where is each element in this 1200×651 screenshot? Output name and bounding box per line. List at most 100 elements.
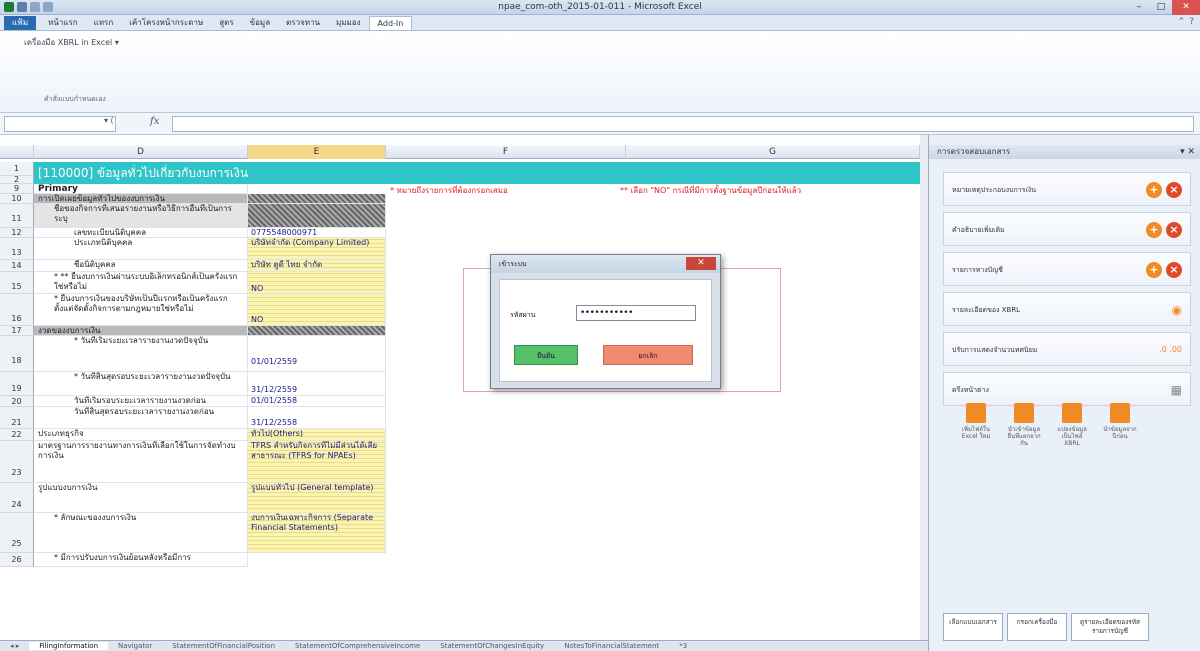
pane-item-freeze[interactable]: ตรึงหน้าต่าง ▦ [943,372,1191,406]
row-number[interactable]: 12 [0,228,34,238]
row-number[interactable]: 16 [0,294,34,326]
cell-e[interactable]: TFRS สำหรับกิจการที่ไม่มีส่วนได้เสียสาธา… [248,441,386,483]
remove-icon[interactable]: × [1166,262,1182,278]
cell-d[interactable]: ประเภทธุรกิจ [34,429,248,441]
cell-d[interactable]: * ลักษณะของงบการเงิน [34,513,248,553]
freeze-panes-icon[interactable]: ▦ [1171,380,1182,400]
close-button[interactable]: ✕ [1172,0,1200,15]
tab-home[interactable]: หน้าแรก [40,16,86,30]
cell-e[interactable]: NO [248,272,386,294]
prior-year-data-button[interactable]: นำข้อมูลจากปีก่อน [1103,403,1137,447]
cell-e[interactable]: รูปแบบทั่วไป (General template) [248,483,386,513]
pane-item-notes[interactable]: หมายเหตุประกอบงบการเงิน + × [943,172,1191,206]
cell-d[interactable]: มาตรฐานการรายงานทางการเงินที่เลือกใช้ในก… [34,441,248,483]
row-number[interactable]: 17 [0,326,34,336]
tab-formulas[interactable]: สูตร [211,16,241,30]
cell-d[interactable]: วันที่เริ่มรอบระยะเวลารายงานงวดก่อน [34,396,248,407]
cell-e[interactable]: ทั่วไป(Others) [248,429,386,441]
column-header-e[interactable]: E [248,145,386,159]
dialog-close-button[interactable]: ✕ [686,257,716,270]
remove-icon[interactable]: × [1166,182,1182,198]
column-header-d[interactable]: D [34,145,248,159]
sheet-tab[interactable]: Navigator [108,642,162,650]
sheet-tab[interactable]: StatementOfChangesInEquity [430,642,554,650]
row-number[interactable]: 18 [0,336,34,372]
pane-item-additional[interactable]: คำอธิบายเพิ่มเติม + × [943,212,1191,246]
row-number[interactable]: 10 [0,194,34,204]
tab-view[interactable]: มุมมอง [328,16,369,30]
cell-d[interactable]: * มีการปรับงบการเงินย้อนหลังหรือมีการ [34,553,248,567]
password-field[interactable]: ••••••••••• [576,305,696,321]
cell-d[interactable]: ประเภทนิติบุคคล [34,238,248,260]
tab-insert[interactable]: แทรก [86,16,122,30]
maximize-button[interactable]: □ [1150,0,1172,15]
cell-e[interactable] [248,326,386,336]
minimize-ribbon-icon[interactable]: ⌃ [1178,17,1186,27]
sheet-nav-icon[interactable]: ◂ ▸ [0,642,29,650]
select-document-button[interactable]: เลือกแบบเอกสาร [943,613,1003,641]
xbrl-tools-button[interactable]: เครื่องมือ XBRL in Excel ▾ [24,36,119,49]
sheet-tab[interactable]: StatementOfFinancialPosition [162,642,285,650]
formula-input[interactable] [172,116,1194,132]
cell-e[interactable]: บริษัท ดูดี ไทย จำกัด [248,260,386,272]
row-number[interactable]: 25 [0,513,34,553]
row-number[interactable]: 21 [0,407,34,429]
decimal-icon[interactable]: .0 .00 [1159,340,1182,360]
sheet-tab[interactable]: FilingInformation [29,642,109,650]
sheet-tab[interactable]: StatementOfComprehensiveIncome [285,642,430,650]
vertical-scrollbar[interactable] [920,135,928,640]
row-number[interactable]: 20 [0,396,34,407]
import-data-button[interactable]: นำเข้าข้อมูลอื่นที่แยกจากกัน [1007,403,1041,447]
cell-d[interactable]: * ** ยื่นงบการเงินผ่านระบบอิเล็กทรอนิกส์… [34,272,248,294]
cell-e[interactable]: 01/01/2558 [248,396,386,407]
cell-e[interactable]: 31/12/2558 [248,407,386,429]
cell-d[interactable]: ชื่อนิติบุคคล [34,260,248,272]
tab-data[interactable]: ข้อมูล [242,16,278,30]
column-header-f[interactable]: F [386,145,626,159]
row-number[interactable]: 9 [0,184,34,194]
row-number[interactable]: 13 [0,238,34,260]
cell-d[interactable]: Primary [34,184,248,194]
tab-add-in[interactable]: Add-In [368,16,413,30]
tab-file[interactable]: แฟ้ม [4,16,37,30]
remove-icon[interactable]: × [1166,222,1182,238]
cell-d[interactable]: * ยื่นงบการเงินของบริษัทเป็นปีแรกหรือเป็… [34,294,248,326]
fx-icon[interactable]: fx [150,116,159,127]
help-icon[interactable]: ? [1189,17,1194,27]
account-code-details-button[interactable]: ดูรายละเอียดของรหัสรายการบัญชี [1071,613,1149,641]
cell-d[interactable]: รูปแบบงบการเงิน [34,483,248,513]
tab-page-layout[interactable]: เค้าโครงหน้ากระดาษ [121,16,211,30]
pane-item-decimals[interactable]: ปรับการแสดงจำนวนทศนิยม .0 .00 [943,332,1191,366]
cell-d[interactable]: วันที่สิ้นสุดรอบระยะเวลารายงานงวดก่อน [34,407,248,429]
row-number[interactable]: 26 [0,553,34,567]
sheet-tab[interactable]: *3 [669,642,697,650]
cell-e[interactable]: NO [248,294,386,326]
pane-item-xbrl-details[interactable]: รายละเอียดของ XBRL ◉ [943,292,1191,326]
cell-d[interactable]: การเปิดเผยข้อมูลทั่วไปของงบการเงิน [34,194,248,204]
cell-d[interactable]: ชื่อของกิจการที่เสนอรายงานหรือวิธีการอื่… [34,204,248,228]
select-all-corner[interactable] [0,145,34,159]
row-number[interactable]: 23 [0,441,34,483]
tab-review[interactable]: ตรวจทาน [278,16,328,30]
cell-e[interactable]: งบการเงินเฉพาะกิจการ (Separate Financial… [248,513,386,553]
name-box-dropdown[interactable]: ▾ ( [104,116,114,125]
pane-close-icon[interactable]: ▾ ✕ [1180,145,1195,159]
new-excel-file-button[interactable]: เพิ่มไฟล์ใน Excel ใหม่ [959,403,993,447]
section-banner[interactable]: [110000] ข้อมูลทั่วไปเกี่ยวกับงบการเงิน [34,162,928,184]
cell-e[interactable] [248,194,386,204]
convert-xbrl-button[interactable]: แปลงข้อมูลเป็นไฟล์ XBRL [1055,403,1089,447]
cell-e[interactable]: 0775548000971 [248,228,386,238]
pane-item-accounts[interactable]: รายการทางบัญชี + × [943,252,1191,286]
cell-d[interactable]: * วันที่เริ่มระยะเวลารายงานงวดปัจจุบัน [34,336,248,372]
cell-e[interactable] [248,204,386,228]
column-header-g[interactable]: G [626,145,920,159]
sheet-tab[interactable]: NotesToFinancialStatement [554,642,669,650]
row-number[interactable]: 19 [0,372,34,396]
add-icon[interactable]: + [1146,182,1162,198]
confirm-button[interactable]: ยืนยัน [514,345,578,365]
cell-e[interactable]: บริษัทจำกัด (Company Limited) [248,238,386,260]
row-number[interactable]: 14 [0,260,34,272]
add-icon[interactable]: + [1146,262,1162,278]
add-icon[interactable]: + [1146,222,1162,238]
cell-d[interactable]: * วันที่สิ้นสุดรอบระยะเวลารายงานงวดปัจจุ… [34,372,248,396]
